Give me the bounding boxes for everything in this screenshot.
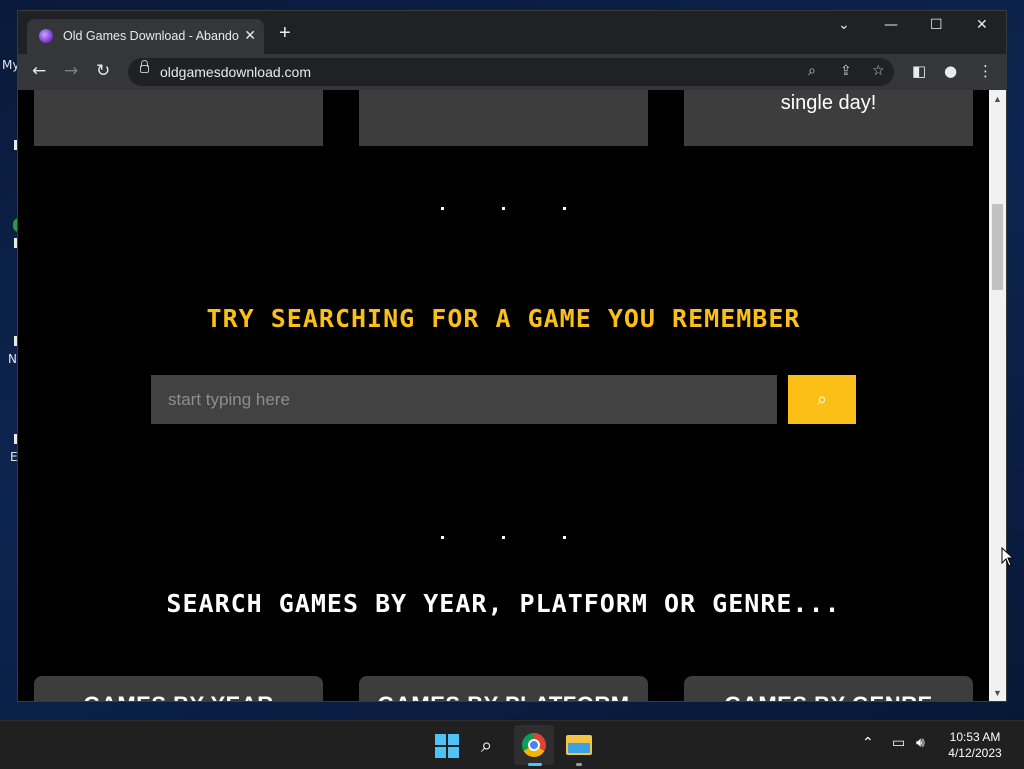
- scroll-up-arrow-icon[interactable]: ▲: [993, 94, 1002, 104]
- games-by-genre-card[interactable]: GAMES BY GENRE: [684, 676, 973, 701]
- search-button[interactable]: ⌕: [788, 375, 856, 424]
- tab-active[interactable]: Old Games Download - Abandonware ✕: [27, 19, 264, 54]
- windows-start-icon[interactable]: [435, 734, 459, 758]
- feature-card: [359, 90, 648, 146]
- reload-button[interactable]: ↻: [96, 62, 110, 80]
- desktop-icon-label[interactable]: N: [8, 352, 17, 366]
- browse-heading: SEARCH GAMES BY YEAR, PLATFORM OR GENRE.…: [166, 589, 841, 618]
- tab-strip: Old Games Download - Abandonware ✕ + ⌄ —…: [18, 11, 1006, 54]
- taskbar: ⌕ ⌃ ▭ 🔊︎ 10:53 AM 4/12/2023: [0, 720, 1024, 769]
- card-label: GAMES BY YEAR: [34, 692, 323, 701]
- feature-card: single day!: [684, 90, 973, 146]
- running-indicator: [528, 763, 542, 766]
- clock-date: 4/12/2023: [948, 746, 1002, 760]
- file-explorer-icon[interactable]: [566, 735, 592, 755]
- side-panel-icon[interactable]: ◧: [912, 62, 926, 80]
- tray-overflow-chevron-icon[interactable]: ⌃: [862, 735, 874, 751]
- close-window-button[interactable]: ✕: [976, 17, 988, 33]
- card-label: GAMES BY PLATFORM: [359, 692, 648, 701]
- games-by-platform-card[interactable]: GAMES BY PLATFORM: [359, 676, 648, 701]
- search-heading: TRY SEARCHING FOR A GAME YOU REMEMBER: [206, 304, 801, 333]
- mouse-pointer-icon: [1001, 547, 1013, 567]
- back-button[interactable]: ←: [32, 62, 46, 80]
- browser-toolbar: ← → ↻ oldgamesdownload.com ⌕ ⇪ ☆ ◧ ● ⋮: [18, 54, 1006, 90]
- search-input[interactable]: [151, 375, 777, 424]
- tab-search-icon[interactable]: ⌄: [838, 17, 850, 33]
- browser-window: Old Games Download - Abandonware ✕ + ⌄ —…: [17, 10, 1007, 702]
- network-icon[interactable]: ▭: [892, 735, 905, 751]
- url-text: oldgamesdownload.com: [160, 64, 311, 80]
- lock-icon[interactable]: [140, 60, 149, 73]
- tab-title: Old Games Download - Abandonware: [63, 29, 239, 43]
- maximize-button[interactable]: ☐: [930, 17, 943, 33]
- site-favicon-icon: [39, 29, 53, 43]
- chrome-app-icon[interactable]: [522, 733, 546, 757]
- feature-card: [34, 90, 323, 146]
- close-tab-icon[interactable]: ✕: [244, 27, 256, 44]
- running-indicator: [576, 763, 582, 766]
- section-divider: [18, 526, 989, 544]
- card-label: GAMES BY GENRE: [684, 692, 973, 701]
- forward-button[interactable]: →: [64, 62, 78, 80]
- page-scrollbar[interactable]: ▲ ▼: [989, 90, 1006, 701]
- clock-time: 10:53 AM: [949, 730, 1001, 744]
- games-by-year-card[interactable]: GAMES BY YEAR: [34, 676, 323, 701]
- menu-icon[interactable]: ⋮: [978, 62, 993, 80]
- volume-icon[interactable]: 🔊︎: [916, 735, 925, 751]
- bookmark-star-icon[interactable]: ☆: [872, 63, 885, 79]
- section-divider: [18, 197, 989, 215]
- scroll-thumb[interactable]: [992, 204, 1003, 290]
- new-tab-button[interactable]: +: [279, 23, 291, 43]
- share-icon[interactable]: ⇪: [840, 63, 852, 79]
- search-icon: ⌕: [816, 389, 828, 410]
- address-bar[interactable]: oldgamesdownload.com ⌕ ⇪ ☆: [128, 58, 894, 86]
- minimize-button[interactable]: —: [884, 17, 898, 33]
- page-viewport: single day! TRY SEARCHING FOR A GAME YOU…: [18, 90, 989, 701]
- zoom-icon[interactable]: ⌕: [808, 63, 816, 79]
- feature-card-text: single day!: [780, 92, 877, 114]
- scroll-down-arrow-icon[interactable]: ▼: [993, 688, 1002, 698]
- profile-icon[interactable]: ●: [944, 62, 957, 80]
- taskbar-search-icon[interactable]: ⌕: [481, 733, 492, 757]
- system-clock[interactable]: 10:53 AM 4/12/2023: [940, 729, 1010, 761]
